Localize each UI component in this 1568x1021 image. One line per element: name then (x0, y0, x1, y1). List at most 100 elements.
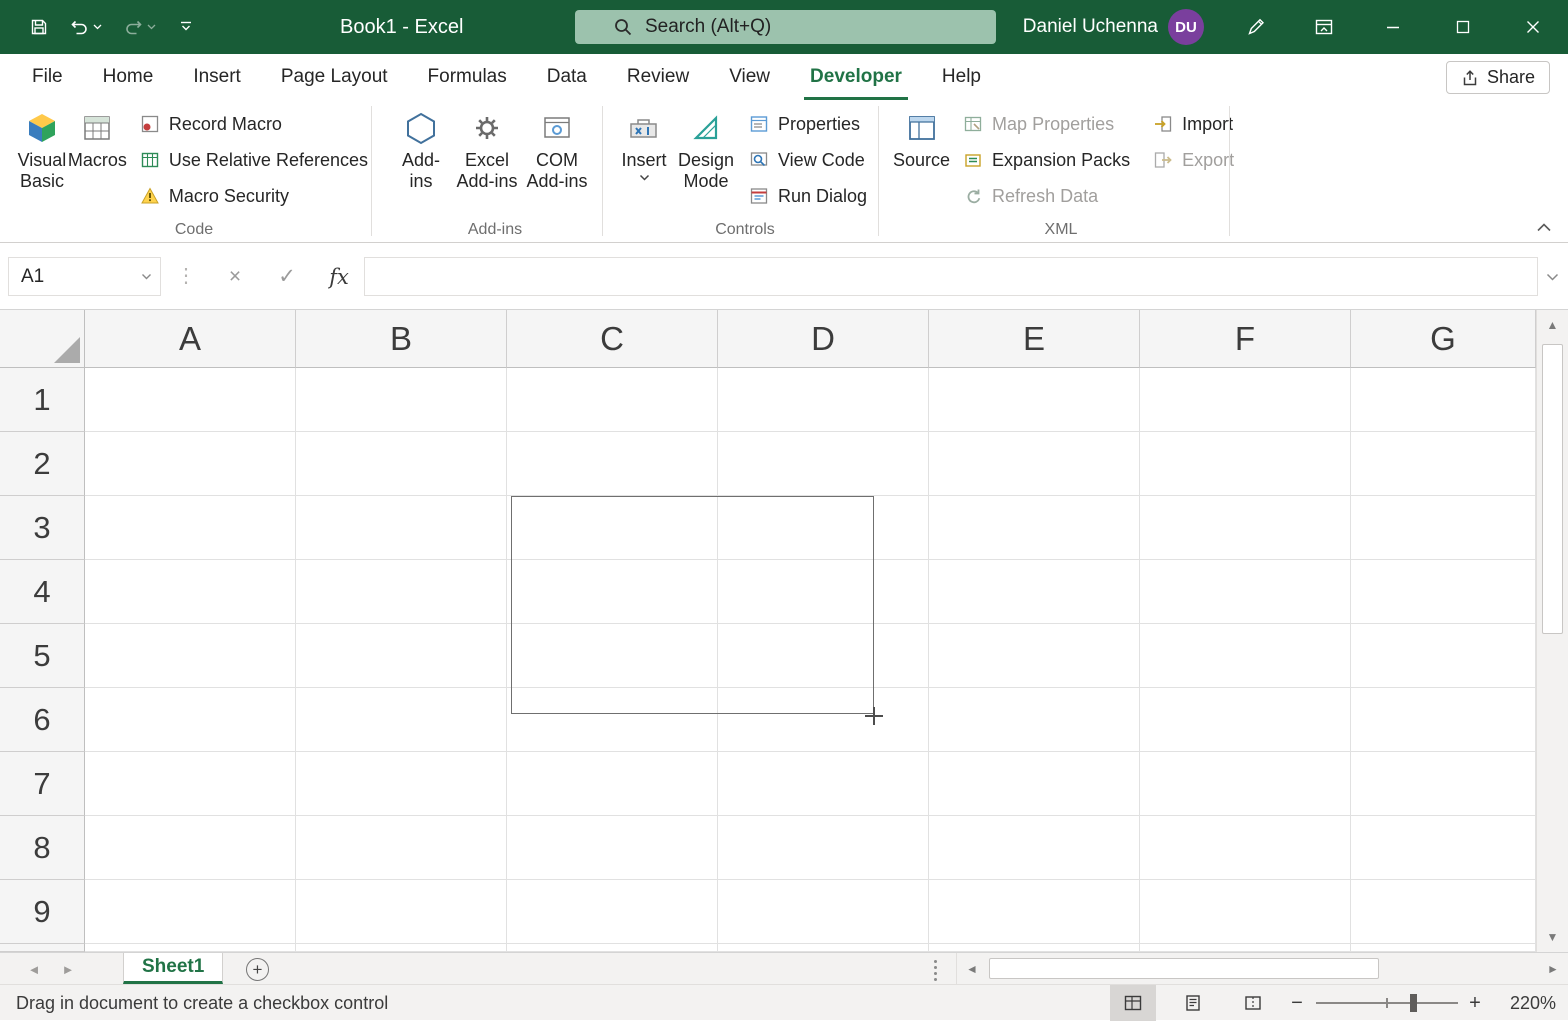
cell-E3[interactable] (929, 496, 1140, 560)
tab-insert[interactable]: Insert (173, 54, 261, 100)
design-mode-button[interactable]: Design Mode (674, 100, 738, 192)
search-box[interactable]: Search (Alt+Q) (575, 10, 996, 44)
cell-B7[interactable] (296, 752, 507, 816)
cell-B2[interactable] (296, 432, 507, 496)
cell-C2[interactable] (507, 432, 718, 496)
cell-D9[interactable] (718, 880, 929, 944)
cell-A2[interactable] (85, 432, 296, 496)
cell-B8[interactable] (296, 816, 507, 880)
ribbon-display-options-button[interactable] (1300, 0, 1348, 54)
redo-button[interactable] (120, 9, 160, 45)
cell-E1[interactable] (929, 368, 1140, 432)
cell-G5[interactable] (1351, 624, 1536, 688)
cell-F9[interactable] (1140, 880, 1351, 944)
column-header-D[interactable]: D (718, 310, 929, 368)
cell-F5[interactable] (1140, 624, 1351, 688)
tab-developer[interactable]: Developer (790, 54, 922, 100)
zoom-out-button[interactable]: − (1284, 985, 1310, 1021)
row-header-7[interactable]: 7 (0, 752, 85, 816)
cell-E2[interactable] (929, 432, 1140, 496)
cell-B3[interactable] (296, 496, 507, 560)
expansion-packs-button[interactable]: Expansion Packs (958, 142, 1134, 178)
properties-button[interactable]: Properties (744, 106, 871, 142)
column-header-G[interactable]: G (1351, 310, 1536, 368)
cell-C7[interactable] (507, 752, 718, 816)
save-button[interactable] (26, 9, 52, 45)
cell-A3[interactable] (85, 496, 296, 560)
checkbox-control-outline[interactable] (511, 496, 874, 714)
cell-B5[interactable] (296, 624, 507, 688)
row-header-6[interactable]: 6 (0, 688, 85, 752)
user-name[interactable]: Daniel Uchenna (1023, 0, 1158, 54)
tab-formulas[interactable]: Formulas (408, 54, 527, 100)
zoom-slider-thumb[interactable] (1410, 994, 1417, 1012)
scroll-down-button[interactable]: ▼ (1537, 922, 1568, 952)
close-button[interactable] (1498, 0, 1568, 54)
tab-data[interactable]: Data (527, 54, 607, 100)
cell-G4[interactable] (1351, 560, 1536, 624)
source-button[interactable]: Source (893, 100, 950, 171)
cell-G7[interactable] (1351, 752, 1536, 816)
cell-F1[interactable] (1140, 368, 1351, 432)
cell-A7[interactable] (85, 752, 296, 816)
column-header-E[interactable]: E (929, 310, 1140, 368)
map-properties-button[interactable]: Map Properties (958, 106, 1134, 142)
horizontal-scrollbar[interactable]: ◄ ► (956, 953, 1568, 984)
cell-C1[interactable] (507, 368, 718, 432)
undo-button[interactable] (66, 9, 106, 45)
cell-C9[interactable] (507, 880, 718, 944)
name-box[interactable]: A1 (8, 257, 161, 296)
cell-D10-partial[interactable] (718, 944, 929, 952)
cell-E9[interactable] (929, 880, 1140, 944)
formula-input[interactable] (364, 257, 1538, 296)
cell-B1[interactable] (296, 368, 507, 432)
excel-add-ins-button[interactable]: Excel Add-ins (452, 100, 522, 192)
inking-pen-button[interactable] (1232, 0, 1280, 54)
sheet-tab-sheet1[interactable]: Sheet1 (123, 953, 224, 984)
tab-view[interactable]: View (709, 54, 790, 100)
cell-A8[interactable] (85, 816, 296, 880)
import-button[interactable]: Import (1148, 106, 1238, 142)
column-header-A[interactable]: A (85, 310, 296, 368)
cell-A5[interactable] (85, 624, 296, 688)
normal-view-button[interactable] (1110, 985, 1156, 1021)
column-header-B[interactable]: B (296, 310, 507, 368)
redo-dropdown-icon[interactable] (147, 24, 156, 30)
sheet-bar-splitter-handle[interactable] (934, 960, 937, 963)
cell-A9[interactable] (85, 880, 296, 944)
horizontal-scrollbar-thumb[interactable] (989, 958, 1379, 979)
cell-A10-partial[interactable] (85, 944, 296, 952)
use-relative-references-button[interactable]: Use Relative References (135, 142, 372, 178)
insert-controls-button[interactable]: Insert (614, 100, 674, 181)
cell-F10-partial[interactable] (1140, 944, 1351, 952)
tab-review[interactable]: Review (607, 54, 709, 100)
scroll-left-button[interactable]: ◄ (961, 953, 983, 984)
cell-C10-partial[interactable] (507, 944, 718, 952)
cell-D7[interactable] (718, 752, 929, 816)
cell-A4[interactable] (85, 560, 296, 624)
cell-E7[interactable] (929, 752, 1140, 816)
cell-D8[interactable] (718, 816, 929, 880)
refresh-data-button[interactable]: Refresh Data (958, 178, 1134, 214)
customize-quick-access-button[interactable] (174, 9, 198, 45)
cell-E6[interactable] (929, 688, 1140, 752)
row-header-2[interactable]: 2 (0, 432, 85, 496)
macros-button[interactable]: Macros (68, 100, 127, 171)
cell-F3[interactable] (1140, 496, 1351, 560)
cell-B9[interactable] (296, 880, 507, 944)
column-header-F[interactable]: F (1140, 310, 1351, 368)
column-header-C[interactable]: C (507, 310, 718, 368)
page-break-preview-button[interactable] (1230, 985, 1276, 1021)
cancel-button[interactable]: × (214, 257, 256, 296)
record-macro-button[interactable]: Record Macro (135, 106, 372, 142)
avatar[interactable]: DU (1168, 9, 1204, 45)
cell-F7[interactable] (1140, 752, 1351, 816)
insert-function-button[interactable]: fx (318, 257, 360, 296)
cell-A6[interactable] (85, 688, 296, 752)
zoom-in-button[interactable]: + (1462, 985, 1488, 1021)
com-add-ins-button[interactable]: COM Add-ins (522, 100, 592, 192)
row-header-8[interactable]: 8 (0, 816, 85, 880)
cell-E10-partial[interactable] (929, 944, 1140, 952)
scroll-up-button[interactable]: ▲ (1537, 310, 1568, 340)
row-header-1[interactable]: 1 (0, 368, 85, 432)
